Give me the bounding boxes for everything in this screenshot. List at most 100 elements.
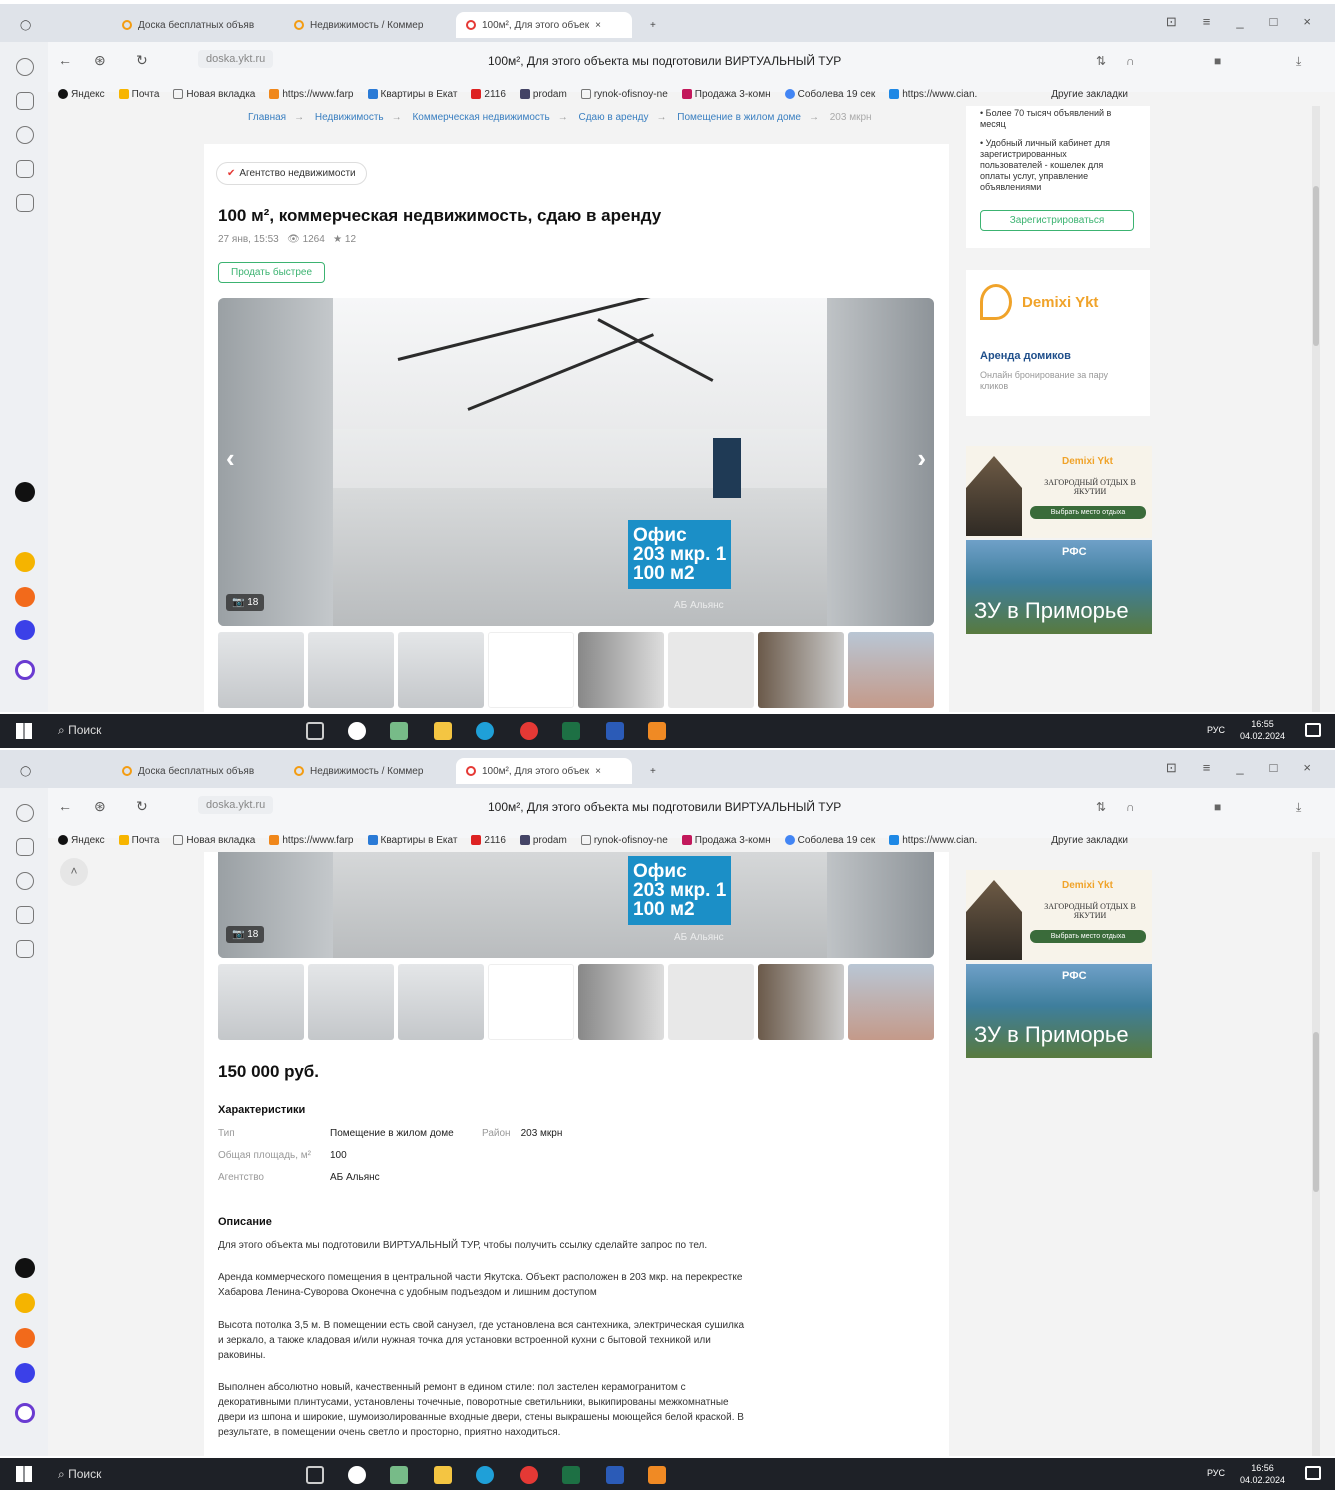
minimize-icon[interactable]: _ [1236,14,1243,30]
clock[interactable]: 16:56 04.02.2024 [1240,1462,1285,1486]
tab-1[interactable]: Доска бесплатных объяв [112,12,282,38]
ad-cta-button[interactable]: Выбрать место отдыха [1030,506,1146,519]
taskbar-search[interactable]: ⌕ Поиск [50,1464,290,1486]
bookmark-item[interactable]: Яндекс [58,835,105,846]
breadcrumb-link[interactable]: Помещение в жилом доме [677,112,801,123]
tray-language[interactable]: РУС [1207,725,1225,735]
bookmark-item[interactable]: Продажа 3-комн [681,89,771,100]
app-icon[interactable] [390,1466,408,1484]
screen-icon[interactable] [16,194,34,212]
next-photo-icon[interactable]: › [917,443,926,474]
reader-icon[interactable]: ∩ [1126,54,1135,68]
bookmark-icon[interactable]: ■ [1214,800,1221,814]
main-photo[interactable]: Офис 203 мкр. 1 100 м2 АБ Альянс 📷 18 [218,852,934,958]
url-field[interactable]: doska.ykt.ru [198,796,274,814]
bookmark-item[interactable]: rynok-ofisnoy-ne [580,89,668,100]
video-icon[interactable] [16,872,34,890]
bookmark-item[interactable]: rynok-ofisnoy-ne [580,835,668,846]
bookmark-item[interactable]: https://www.cian. [889,835,977,846]
bookmark-item[interactable]: prodam [519,835,567,846]
tray-language[interactable]: РУС [1207,1468,1225,1478]
thumbnail[interactable] [758,964,844,1040]
excel-icon[interactable] [562,1466,580,1484]
history-icon[interactable] [16,804,34,822]
collections-icon[interactable] [16,92,34,110]
bookmark-item[interactable]: https://www.farp [269,89,354,100]
thumbnail[interactable] [398,964,484,1040]
profile-icon[interactable]: ◯ [10,758,40,784]
scroll-top-button[interactable]: ˄ [60,858,88,886]
bookmark-item[interactable]: Соболева 19 сек [784,835,875,846]
bookmark-item[interactable]: Яндекс [58,89,105,100]
excel-icon[interactable] [562,722,580,740]
thumbnail[interactable] [758,632,844,708]
bookmark-item[interactable]: Продажа 3-комн [681,835,771,846]
breadcrumb-link[interactable]: Главная [248,112,286,123]
menu-icon[interactable]: ≡ [1203,14,1211,30]
new-tab-button[interactable]: + [640,758,664,784]
alice-icon[interactable] [15,1403,35,1423]
word-icon[interactable] [606,722,624,740]
bookmark-item[interactable]: Квартиры в Екат [367,89,457,100]
ad-demixi[interactable]: Demixi Ykt Аренда домиков Онлайн брониро… [966,270,1150,416]
profile-icon[interactable]: ◯ [10,12,40,38]
mail-icon[interactable] [15,1328,35,1348]
breadcrumb-link[interactable]: Недвижимость [315,112,384,123]
bookmark-item[interactable]: 2116 [471,835,506,846]
other-bookmarks[interactable]: Другие закладки [1051,835,1128,846]
translate-icon[interactable]: ⇅ [1096,54,1106,68]
register-button[interactable]: Зарегистрироваться [980,210,1134,231]
reader-icon[interactable]: ∩ [1126,800,1135,814]
windows-start-icon[interactable] [16,723,32,739]
maximize-icon[interactable]: □ [1270,14,1278,30]
history-icon[interactable] [16,58,34,76]
thumbnail[interactable] [218,632,304,708]
kinopoisk-icon[interactable] [15,552,35,572]
bookmark-item[interactable]: Новая вкладка [173,835,255,846]
thumbnail[interactable] [848,964,934,1040]
screen-icon[interactable] [16,940,34,958]
thumbnail[interactable] [848,632,934,708]
ad-primorye[interactable]: РФС ЗУ в Приморье [966,964,1152,1058]
bookmark-item[interactable]: Квартиры в Екат [367,835,457,846]
bookmark-item[interactable]: https://www.farp [269,835,354,846]
ad-country-rest[interactable]: Demixi Ykt ЗАГОРОДНЫЙ ОТДЫХ В ЯКУТИИ Выб… [966,870,1152,962]
ad-primorye[interactable]: РФС ЗУ в Приморье [966,540,1152,634]
pin-icon[interactable]: ⊡ [1166,14,1177,30]
messenger-icon[interactable] [15,620,35,640]
new-tab-button[interactable]: + [640,12,664,38]
thumbnail[interactable] [398,632,484,708]
app-orange-icon[interactable] [648,722,666,740]
video-icon[interactable] [16,126,34,144]
prev-photo-icon[interactable]: ‹ [226,443,235,474]
edge-icon[interactable] [476,1466,494,1484]
main-photo[interactable]: ‹ › Офис 203 мкр. 1 100 м2 АБ Альянс 📷 18 [218,298,934,626]
collections-icon[interactable] [16,838,34,856]
notifications-icon[interactable] [1305,723,1321,737]
minimize-icon[interactable]: _ [1236,760,1243,776]
tab-1[interactable]: Доска бесплатных объяв [112,758,282,784]
app-icon[interactable] [390,722,408,740]
kinopoisk-icon[interactable] [15,1293,35,1313]
yandex-browser-icon[interactable] [348,1466,366,1484]
explorer-icon[interactable] [434,722,452,740]
close-icon[interactable]: × [595,20,601,31]
thumbnail[interactable] [578,632,664,708]
taskview-icon[interactable] [306,722,324,740]
thumbnail[interactable] [308,964,394,1040]
protect-icon[interactable]: ⊛ [94,52,106,69]
thumbnail[interactable] [578,964,664,1040]
thumbnail[interactable] [668,964,754,1040]
notifications-icon[interactable] [1305,1466,1321,1480]
thumbnail[interactable] [308,632,394,708]
close-window-icon[interactable]: × [1303,14,1311,30]
breadcrumb-link[interactable]: Сдаю в аренду [578,112,648,123]
thumbnail[interactable] [488,632,574,708]
yandex-browser-icon[interactable] [348,722,366,740]
tab-2[interactable]: Недвижимость / Коммер [284,12,454,38]
add-app-icon[interactable] [15,482,35,502]
messenger-icon[interactable] [15,1363,35,1383]
protect-icon[interactable]: ⊛ [94,798,106,815]
url-field[interactable]: doska.ykt.ru [198,50,274,68]
taskbar-search[interactable]: ⌕ Поиск [50,720,290,742]
